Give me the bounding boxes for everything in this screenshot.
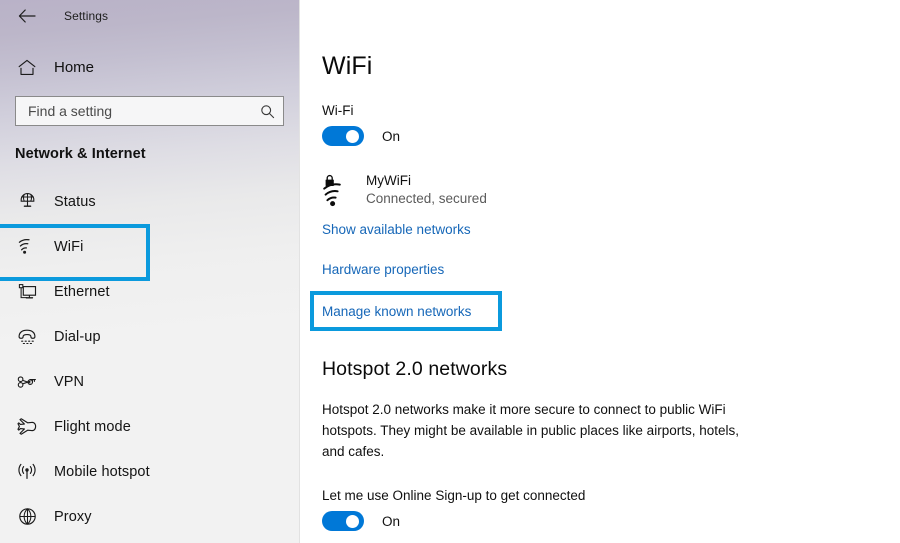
wifi-toggle-label: Wi-Fi: [322, 103, 354, 118]
sidebar-item-mobile-hotspot[interactable]: Mobile hotspot: [0, 449, 299, 494]
broadcast-tower-icon: [16, 463, 38, 481]
sidebar-item-status-label: Status: [54, 193, 96, 210]
manage-known-networks-wrap: Manage known networks: [310, 291, 502, 331]
airplane-icon: [16, 417, 38, 436]
search-box[interactable]: [15, 96, 284, 126]
window-title: Settings: [64, 9, 109, 23]
signup-toggle-state: On: [382, 513, 401, 529]
main-content: WiFi Wi-Fi On MyWiFi Connected, secured …: [300, 0, 900, 543]
back-arrow-icon[interactable]: [14, 3, 40, 29]
sidebar-item-dialup-label: Dial-up: [54, 328, 101, 345]
page-title: WiFi: [322, 52, 373, 80]
connected-network-row[interactable]: MyWiFi Connected, secured: [322, 172, 900, 208]
sidebar-item-mobile-hotspot-label: Mobile hotspot: [54, 463, 150, 480]
hotspot-section-heading: Hotspot 2.0 networks: [322, 358, 508, 380]
sidebar-item-proxy-label: Proxy: [54, 508, 92, 525]
connected-network-text: MyWiFi Connected, secured: [366, 172, 487, 208]
show-available-networks-link[interactable]: Show available networks: [322, 222, 471, 237]
wifi-toggle-knob: [346, 129, 359, 143]
title-bar: Settings: [0, 0, 299, 32]
wifi-toggle-state: On: [382, 128, 401, 144]
dialup-phone-icon: [16, 328, 38, 345]
manage-known-networks-link[interactable]: Manage known networks: [322, 304, 471, 319]
wifi-secured-lock-icon: [322, 172, 356, 207]
home-icon: [16, 59, 38, 76]
sidebar-item-ethernet-label: Ethernet: [54, 283, 110, 300]
globe-status-icon: [16, 192, 38, 211]
sidebar-item-vpn[interactable]: VPN: [0, 359, 299, 404]
signup-toggle[interactable]: [322, 511, 364, 531]
wifi-icon: [16, 238, 38, 255]
sidebar-item-vpn-label: VPN: [54, 373, 85, 390]
search-icon[interactable]: [260, 104, 275, 119]
wifi-toggle-row: On: [322, 126, 900, 146]
vpn-key-icon: [16, 375, 38, 389]
wifi-toggle[interactable]: [322, 126, 364, 146]
sidebar-item-proxy[interactable]: Proxy: [0, 494, 299, 539]
sidebar-item-dialup[interactable]: Dial-up: [0, 314, 299, 359]
sidebar-category-title: Network & Internet: [15, 146, 146, 162]
sidebar-nav: Status WiFi Ethernet Dial-up VPN Flight …: [0, 179, 299, 539]
ethernet-monitor-icon: [16, 283, 38, 301]
connected-network-name: MyWiFi: [366, 173, 411, 188]
sidebar-item-wifi[interactable]: WiFi: [0, 224, 299, 281]
settings-window: Settings Home Network & Internet: [0, 0, 900, 543]
sidebar-item-flight-mode[interactable]: Flight mode: [0, 404, 299, 449]
sidebar-item-home[interactable]: Home: [0, 50, 299, 84]
hotspot-description: Hotspot 2.0 networks make it more secure…: [322, 402, 739, 459]
signup-toggle-knob: [346, 514, 359, 528]
hardware-properties-link[interactable]: Hardware properties: [322, 262, 444, 277]
globe-icon: [16, 507, 38, 526]
signup-toggle-label: Let me use Online Sign-up to get connect…: [322, 488, 586, 503]
sidebar-home-label: Home: [54, 58, 95, 76]
search-input[interactable]: [28, 97, 256, 125]
sidebar-item-flight-mode-label: Flight mode: [54, 418, 131, 435]
sidebar-item-status[interactable]: Status: [0, 179, 299, 224]
connected-network-status: Connected, secured: [366, 191, 487, 206]
sidebar-item-wifi-label: WiFi: [54, 238, 84, 255]
sidebar-item-ethernet[interactable]: Ethernet: [0, 269, 299, 314]
signup-toggle-row: On: [322, 511, 900, 531]
sidebar: Settings Home Network & Internet: [0, 0, 300, 543]
